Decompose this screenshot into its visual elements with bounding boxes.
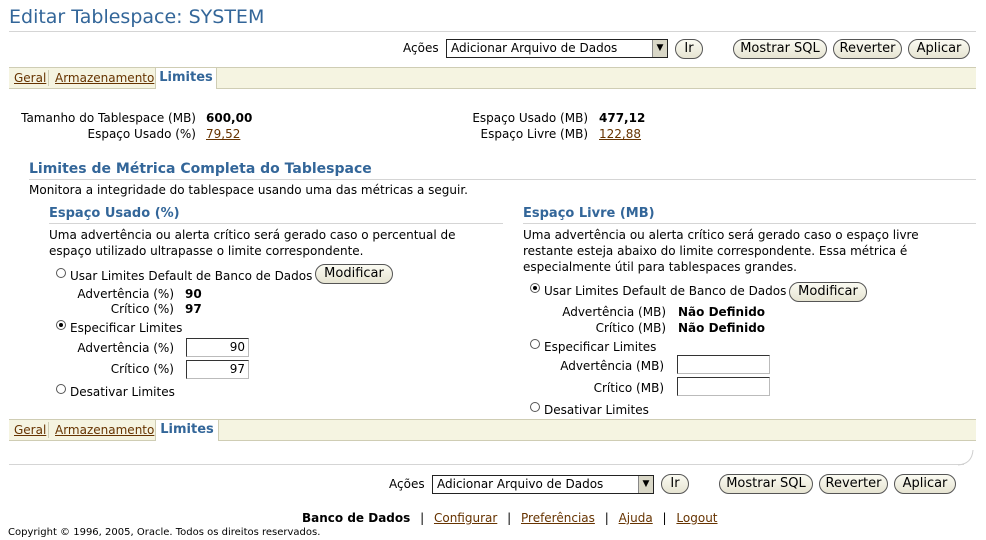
- dropdown-arrow-icon[interactable]: ▼: [652, 40, 667, 57]
- section-title: Limites de Métrica Completa do Tablespac…: [29, 161, 372, 177]
- actions-label-bottom: Ações: [389, 477, 425, 491]
- used-mb-label: Espaço Usado (MB): [472, 111, 588, 125]
- section-divider: [29, 179, 976, 180]
- used-specify-radio[interactable]: [56, 320, 66, 330]
- divider-corner: [958, 450, 974, 466]
- free-crit-value: Não Definido: [678, 321, 766, 335]
- revert-button-bottom[interactable]: Reverter: [819, 474, 888, 494]
- footer-separator: |: [507, 511, 512, 525]
- free-mb-link[interactable]: 122,88: [599, 127, 641, 141]
- used-divider: [49, 223, 503, 224]
- used-mb-value: 477,12: [599, 111, 646, 125]
- go-button[interactable]: Ir: [675, 39, 703, 59]
- used-spec-warn-input[interactable]: 90: [186, 338, 249, 357]
- used-warn-value: 90: [185, 287, 202, 301]
- free-crit-label: Crítico (MB): [595, 321, 666, 335]
- go-button-bottom[interactable]: Ir: [661, 474, 689, 494]
- footer-logout-link[interactable]: Logout: [676, 511, 717, 525]
- footer-separator: |: [604, 511, 609, 525]
- dropdown-arrow-icon[interactable]: ▼: [638, 476, 653, 493]
- free-disable-radio[interactable]: [530, 402, 540, 412]
- free-default-radio[interactable]: [530, 283, 540, 293]
- free-mb-label: Espaço Livre (MB): [480, 127, 589, 141]
- footer-database: Banco de Dados: [302, 511, 411, 525]
- tab-separator: [48, 422, 49, 438]
- free-spec-warn-input[interactable]: [677, 355, 770, 374]
- actions-select[interactable]: Adicionar Arquivo de Dados ▼: [446, 39, 668, 58]
- tab-storage[interactable]: Armazenamento: [55, 71, 154, 85]
- free-spec-crit-input[interactable]: [677, 377, 770, 396]
- tab-bar-bottom: Geral Armazenamento Limites: [9, 419, 976, 441]
- footer-preferences-link[interactable]: Preferências: [521, 511, 595, 525]
- used-spec-crit-label: Crítico (%): [110, 362, 174, 376]
- actions-select-value: Adicionar Arquivo de Dados: [437, 477, 604, 491]
- actions-label: Ações: [403, 41, 439, 55]
- free-disable-label: Desativar Limites: [544, 403, 649, 417]
- used-modify-button[interactable]: Modificar: [315, 264, 393, 284]
- page-title: Editar Tablespace: SYSTEM: [9, 6, 265, 28]
- footer-configure-link[interactable]: Configurar: [434, 511, 497, 525]
- copyright: Copyright © 1996, 2005, Oracle. Todos os…: [8, 527, 321, 538]
- free-spec-crit-label: Crítico (MB): [593, 381, 664, 395]
- used-spec-crit-input[interactable]: 97: [186, 360, 249, 379]
- free-title: Espaço Livre (MB): [523, 206, 655, 221]
- footer-separator: |: [662, 511, 667, 525]
- used-disable-radio[interactable]: [56, 384, 66, 394]
- size-label: Tamanho do Tablespace (MB): [21, 111, 196, 125]
- used-title: Espaço Usado (%): [49, 206, 180, 221]
- tab-general[interactable]: Geral: [14, 71, 46, 85]
- used-disable-label: Desativar Limites: [70, 385, 175, 399]
- used-default-radio[interactable]: [56, 268, 66, 278]
- used-crit-label: Crítico (%): [110, 302, 174, 316]
- tab-storage[interactable]: Armazenamento: [55, 423, 154, 437]
- apply-button[interactable]: Aplicar: [908, 39, 970, 59]
- used-spec-warn-label: Advertência (%): [77, 341, 174, 355]
- free-warn-value: Não Definido: [678, 305, 766, 319]
- title-divider: [9, 31, 976, 32]
- actions-select-value: Adicionar Arquivo de Dados: [451, 41, 618, 55]
- footer-help-link[interactable]: Ajuda: [619, 511, 653, 525]
- footer-separator: |: [420, 511, 425, 525]
- used-crit-value: 97: [185, 302, 202, 316]
- tab-limits[interactable]: Limites: [155, 419, 219, 441]
- used-specify-label: Especificar Limites: [70, 321, 183, 335]
- tab-bar-top: Geral Armazenamento Limites: [9, 67, 976, 89]
- used-pct-link[interactable]: 79,52: [206, 127, 240, 141]
- free-description: Uma advertência ou alerta crítico será g…: [523, 228, 919, 274]
- section-description: Monitora a integridade do tablespace usa…: [29, 183, 468, 197]
- free-spec-warn-label: Advertência (MB): [560, 359, 664, 373]
- bottom-divider: [9, 464, 964, 465]
- size-value: 600,00: [206, 111, 253, 125]
- apply-button-bottom[interactable]: Aplicar: [894, 474, 956, 494]
- free-modify-button[interactable]: Modificar: [789, 282, 867, 302]
- footer-links: Banco de Dados | Configurar | Preferênci…: [302, 511, 718, 525]
- used-warn-label: Advertência (%): [77, 287, 174, 301]
- actions-select-bottom[interactable]: Adicionar Arquivo de Dados ▼: [432, 475, 654, 494]
- used-description: Uma advertência ou alerta crítico será g…: [49, 228, 456, 258]
- show-sql-button-bottom[interactable]: Mostrar SQL: [719, 474, 813, 494]
- used-pct-label: Espaço Usado (%): [87, 127, 197, 141]
- used-default-label: Usar Limites Default de Banco de Dados: [70, 269, 313, 283]
- revert-button[interactable]: Reverter: [833, 39, 902, 59]
- free-warn-label: Advertência (MB): [562, 305, 666, 319]
- show-sql-button[interactable]: Mostrar SQL: [733, 39, 827, 59]
- tab-separator: [48, 70, 49, 86]
- free-divider: [523, 223, 976, 224]
- free-default-label: Usar Limites Default de Banco de Dados: [544, 284, 787, 298]
- tab-limits[interactable]: Limites: [155, 67, 217, 89]
- free-specify-label: Especificar Limites: [544, 340, 657, 354]
- tab-general[interactable]: Geral: [14, 423, 46, 437]
- free-specify-radio[interactable]: [530, 339, 540, 349]
